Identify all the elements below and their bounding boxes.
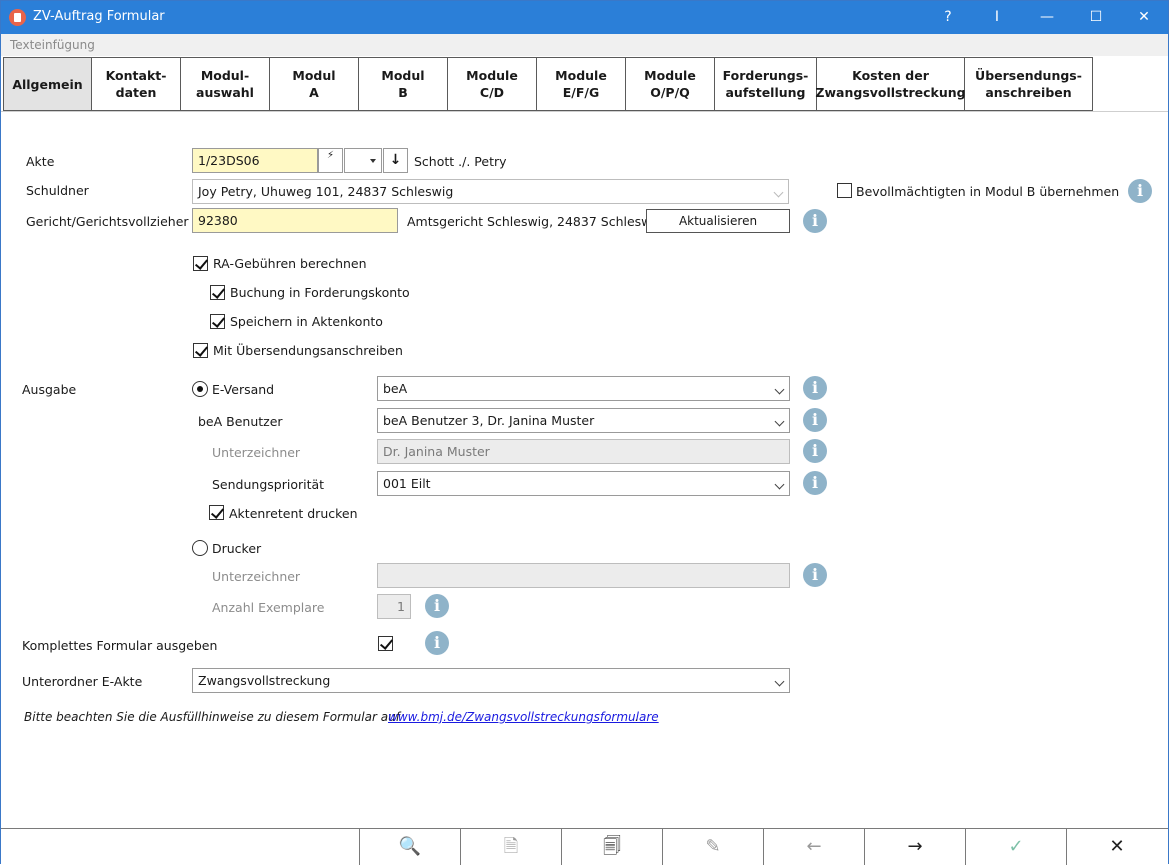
komplett-checkbox[interactable]: [378, 636, 393, 651]
unterordner-select[interactable]: Zwangsvollstreckung: [192, 668, 790, 693]
back-arrow-icon[interactable]: ←: [763, 829, 864, 865]
ok-check-icon[interactable]: ✓: [965, 829, 1066, 865]
drucker-radio[interactable]: [192, 540, 208, 556]
tab-module-cd[interactable]: Module C/D: [448, 57, 537, 111]
document-icon[interactable]: 🗎: [460, 829, 561, 865]
bevollmaechtigten-checkbox[interactable]: [837, 183, 852, 198]
info-icon[interactable]: i: [803, 376, 827, 400]
speichern-checkbox[interactable]: [210, 314, 225, 329]
aktualisieren-button[interactable]: Aktualisieren: [646, 209, 790, 233]
mit-uebersendung-label: Mit Übersendungsanschreiben: [213, 343, 403, 358]
tab-kontaktdaten[interactable]: Kontakt- daten: [92, 57, 181, 111]
schuldner-label: Schuldner: [26, 183, 89, 198]
info-icon[interactable]: i: [803, 209, 827, 233]
bottom-toolbar: 🔍 🗎 🗐 ✎ ← → ✓ ✕: [1, 828, 1168, 865]
tab-forderungsaufstellung[interactable]: Forderungs- aufstellung: [715, 57, 817, 111]
buchung-checkbox[interactable]: [210, 285, 225, 300]
tab-modul-b[interactable]: Modul B: [359, 57, 448, 111]
chevron-down-icon: [774, 479, 785, 490]
aktenretent-checkbox[interactable]: [209, 505, 224, 520]
info-icon[interactable]: i: [803, 439, 827, 463]
edit-icon[interactable]: ✎: [662, 829, 763, 865]
info-icon[interactable]: i: [803, 471, 827, 495]
e-versand-label: E-Versand: [212, 382, 275, 397]
gericht-name: Amtsgericht Schleswig, 24837 Schleswig: [407, 214, 663, 229]
akte-parties: Schott ./. Petry: [414, 154, 507, 169]
mit-uebersendung-checkbox[interactable]: [193, 343, 208, 358]
info-icon[interactable]: i: [425, 594, 449, 618]
speichern-label: Speichern in Aktenkonto: [230, 314, 383, 329]
tab-modul-a[interactable]: Modul A: [270, 57, 359, 111]
drucker-unterzeichner-field: [377, 563, 790, 588]
maximize-button[interactable]: ☐: [1072, 1, 1120, 34]
gericht-input[interactable]: 92380: [192, 208, 398, 233]
menu-texteinfuegung[interactable]: Texteinfügung: [10, 38, 95, 52]
komplett-label: Komplettes Formular ausgeben: [22, 638, 218, 653]
info-icon[interactable]: i: [803, 563, 827, 587]
menu-bar: Texteinfügung: [1, 34, 1168, 56]
info-icon[interactable]: i: [803, 408, 827, 432]
unterordner-value: Zwangsvollstreckung: [198, 673, 331, 688]
bevollmaechtigten-label: Bevollmächtigten in Modul B übernehmen: [856, 184, 1120, 199]
anzahl-label: Anzahl Exemplare: [212, 600, 325, 615]
chevron-down-icon: [774, 676, 785, 687]
tab-allgemein[interactable]: Allgemein: [3, 57, 92, 111]
sendungsprio-label: Sendungspriorität: [212, 477, 325, 492]
chevron-down-icon: [774, 384, 785, 395]
chevron-down-icon: [773, 187, 784, 198]
help-button[interactable]: ?: [924, 1, 972, 34]
sendungsprio-select[interactable]: 001 Eilt: [377, 471, 790, 496]
e-versand-radio[interactable]: [192, 381, 208, 397]
gericht-label: Gericht/Gerichtsvollzieher: [26, 214, 189, 229]
schuldner-value: Joy Petry, Uhuweg 101, 24837 Schleswig: [198, 184, 454, 199]
schuldner-select[interactable]: Joy Petry, Uhuweg 101, 24837 Schleswig: [192, 179, 789, 204]
bmj-link[interactable]: www.bmj.de/Zwangsvollstreckungsformulare: [388, 710, 659, 724]
bea-benutzer-value: beA Benutzer 3, Dr. Janina Muster: [383, 413, 595, 428]
down-arrow-icon[interactable]: ↓: [383, 148, 408, 173]
hinweis-end: .: [635, 710, 639, 724]
ausgabe-label: Ausgabe: [22, 382, 77, 397]
title-bar: ZV-Auftrag Formular ? I — ☐ ✕: [1, 1, 1168, 34]
app-window: ZV-Auftrag Formular ? I — ☐ ✕ Texteinfüg…: [0, 0, 1169, 865]
bea-benutzer-select[interactable]: beA Benutzer 3, Dr. Janina Muster: [377, 408, 790, 433]
e-versand-value: beA: [383, 381, 408, 396]
cancel-x-icon[interactable]: ✕: [1066, 829, 1167, 865]
minimize-button[interactable]: —: [1023, 1, 1071, 34]
aktenretent-label: Aktenretent drucken: [229, 506, 358, 521]
search-icon[interactable]: 🔍: [359, 829, 460, 865]
drucker-unterzeichner-label: Unterzeichner: [212, 569, 301, 584]
form-content: Akte 1/23DS06 ⚡ ↓ Schott ./. Petry Schul…: [1, 111, 1168, 827]
chevron-down-icon: [774, 416, 785, 427]
hinweis-text: Bitte beachten Sie die Ausfüllhinweise z…: [24, 710, 400, 724]
close-window-button[interactable]: ✕: [1120, 1, 1168, 34]
window-title: ZV-Auftrag Formular: [33, 9, 165, 24]
tab-kosten-zwangsvollstreckung[interactable]: Kosten der Zwangsvollstreckung: [815, 57, 966, 111]
e-versand-select[interactable]: beA: [377, 376, 790, 401]
unterordner-label: Unterordner E-Akte: [22, 674, 143, 689]
lightning-icon[interactable]: ⚡: [318, 148, 343, 173]
tab-uebersendungsanschreiben[interactable]: Übersendungs- anschreiben: [965, 57, 1093, 111]
tab-module-opq[interactable]: Module O/P/Q: [626, 57, 715, 111]
akte-input[interactable]: 1/23DS06: [192, 148, 318, 173]
sendungsprio-value: 001 Eilt: [383, 476, 431, 491]
document-plus-icon[interactable]: 🗐: [561, 829, 662, 865]
tab-module-efg[interactable]: Module E/F/G: [537, 57, 626, 111]
akte-label: Akte: [26, 154, 55, 169]
anzahl-field: 1: [377, 594, 411, 619]
tab-modulauswahl[interactable]: Modul- auswahl: [181, 57, 270, 111]
buchung-label: Buchung in Forderungskonto: [230, 285, 410, 300]
unterzeichner-field: Dr. Janina Muster: [377, 439, 790, 464]
info-icon[interactable]: i: [1128, 179, 1152, 203]
akte-dropdown[interactable]: [344, 148, 382, 173]
forward-arrow-icon[interactable]: →: [864, 829, 965, 865]
unterzeichner-label: Unterzeichner: [212, 445, 301, 460]
text-cursor-button[interactable]: I: [973, 1, 1021, 34]
bea-benutzer-label: beA Benutzer: [198, 414, 283, 429]
ra-gebuehren-label: RA-Gebühren berechnen: [213, 256, 367, 271]
info-icon[interactable]: i: [425, 631, 449, 655]
app-form-icon: [9, 9, 26, 26]
drucker-label: Drucker: [212, 541, 262, 556]
ra-gebuehren-checkbox[interactable]: [193, 256, 208, 271]
